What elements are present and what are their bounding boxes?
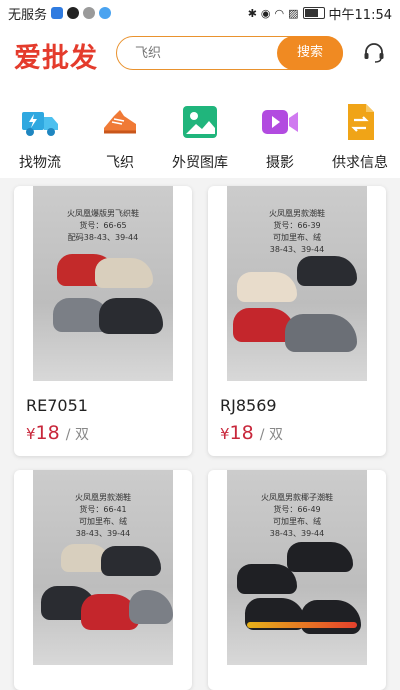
app-logo: 爱批发 bbox=[14, 43, 98, 74]
product-label-note: 火凤凰男款椰子潮鞋 货号：66-49 可加里布、绒 38-43、39-44 bbox=[261, 493, 333, 538]
signal-icon: ▨ bbox=[288, 6, 299, 20]
category-supply-demand[interactable]: 供求信息 bbox=[322, 102, 398, 172]
category-gallery[interactable]: 外贸图库 bbox=[162, 102, 238, 172]
product-image: 火凤凰爆版男飞织鞋 货号：66-65 配码38-43、39-44 bbox=[33, 186, 173, 381]
app-header: 爱批发 搜索 bbox=[0, 26, 400, 92]
search-button[interactable]: 搜索 bbox=[277, 35, 343, 70]
carrier-label: 无服务 bbox=[8, 7, 48, 23]
product-image: 火凤凰男款潮鞋 货号：66-39 可加里布、绒 38-43、39-44 bbox=[227, 186, 367, 381]
product-label-note: 火凤凰男款潮鞋 货号：66-41 可加里布、绒 38-43、39-44 bbox=[75, 493, 131, 538]
product-price: ¥18 / 双 bbox=[26, 422, 89, 444]
logistics-truck-icon bbox=[22, 112, 58, 136]
bluetooth-icon: ✱ bbox=[247, 6, 257, 20]
video-camera-icon bbox=[262, 110, 298, 134]
tiktok-icon bbox=[67, 7, 80, 19]
product-price: ¥18 / 双 bbox=[220, 422, 283, 444]
notification-dot-icon bbox=[83, 7, 96, 19]
battery-icon bbox=[302, 7, 325, 19]
notification-app-icon bbox=[51, 7, 64, 19]
product-card[interactable]: 火凤凰爆版男飞织鞋 货号：66-65 配码38-43、39-44 RE7051 … bbox=[14, 186, 192, 456]
category-bar: 找物流 飞织 外贸图库 摄影 供求信息 bbox=[0, 92, 400, 178]
image-gallery-icon bbox=[183, 106, 217, 138]
clock: 中午11:54 bbox=[328, 7, 392, 23]
search-box: 搜索 bbox=[116, 35, 343, 70]
category-photography[interactable]: 摄影 bbox=[242, 102, 318, 172]
product-card[interactable]: 火凤凰男款潮鞋 货号：66-41 可加里布、绒 38-43、39-44 bbox=[14, 470, 192, 690]
product-sku: RE7051 bbox=[26, 396, 88, 415]
customer-service-icon[interactable] bbox=[363, 42, 385, 64]
product-card[interactable]: 火凤凰男款椰子潮鞋 货号：66-49 可加里布、绒 38-43、39-44 bbox=[208, 470, 386, 690]
product-sku: RJ8569 bbox=[220, 396, 277, 415]
search-input[interactable] bbox=[133, 37, 277, 70]
sneaker-icon bbox=[104, 110, 136, 134]
product-label-note: 火凤凰男款潮鞋 货号：66-39 可加里布、绒 38-43、39-44 bbox=[269, 209, 325, 254]
eye-icon: ◉ bbox=[260, 6, 271, 20]
product-label-note: 火凤凰爆版男飞织鞋 货号：66-65 配码38-43、39-44 bbox=[67, 209, 139, 242]
product-image: 火凤凰男款椰子潮鞋 货号：66-49 可加里布、绒 38-43、39-44 bbox=[227, 470, 367, 665]
category-logistics[interactable]: 找物流 bbox=[2, 102, 78, 172]
product-card[interactable]: 火凤凰男款潮鞋 货号：66-39 可加里布、绒 38-43、39-44 RJ85… bbox=[208, 186, 386, 456]
status-bar: 无服务 ✱ ◉ ◠ ▨ 中午11:54 bbox=[0, 0, 400, 26]
wifi-icon: ◠ bbox=[274, 6, 285, 20]
document-exchange-icon bbox=[348, 104, 374, 140]
browser-icon bbox=[99, 7, 112, 19]
product-image: 火凤凰男款潮鞋 货号：66-41 可加里布、绒 38-43、39-44 bbox=[33, 470, 173, 665]
category-flyknit[interactable]: 飞织 bbox=[82, 102, 158, 172]
